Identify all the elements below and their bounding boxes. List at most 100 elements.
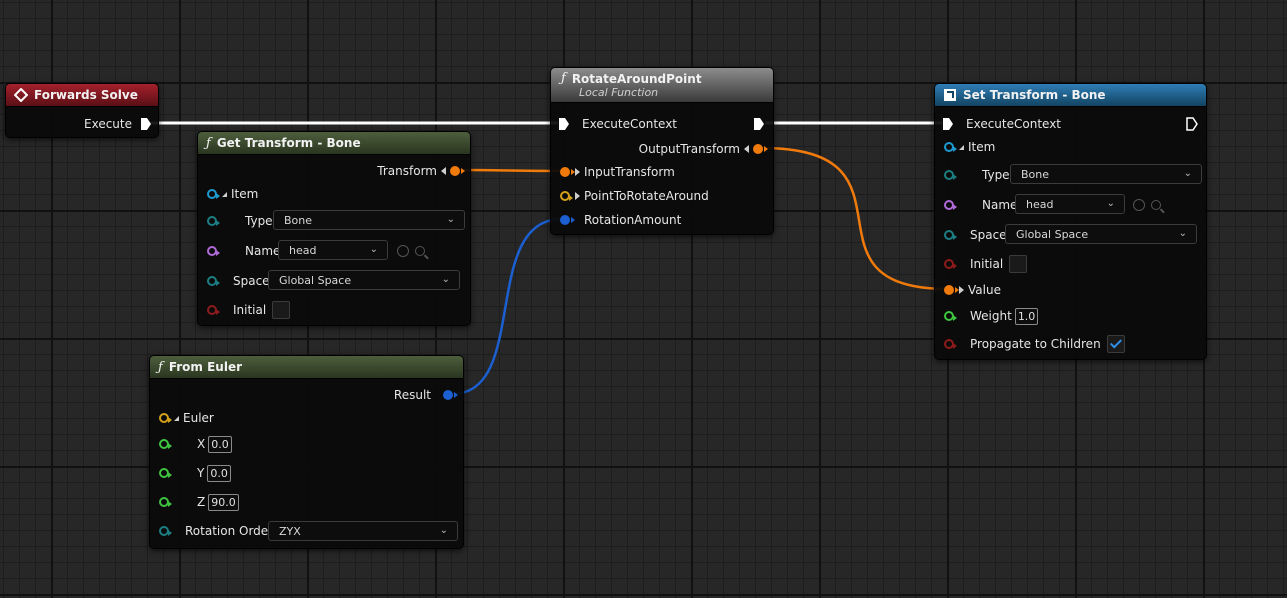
space-combo[interactable]: Global Space ⌄ — [268, 270, 460, 290]
exec-pin-icon[interactable] — [140, 117, 152, 131]
result-label: Result — [393, 388, 431, 402]
set-space-value: Global Space — [1016, 227, 1089, 241]
x-value-input[interactable]: 0.0 — [208, 435, 232, 453]
search-icon[interactable] — [1151, 200, 1161, 210]
y-pin[interactable] — [159, 468, 172, 478]
execute-label: Execute — [84, 117, 132, 131]
set-type-pin[interactable] — [944, 170, 957, 180]
chevron-down-icon: ⌄ — [1106, 198, 1115, 209]
forwards-solve-header[interactable]: Forwards Solve — [6, 84, 158, 107]
name-value: head — [289, 243, 317, 257]
chevron-down-icon: ⌄ — [441, 274, 450, 285]
weight-label: Weight — [970, 309, 1012, 323]
y-value-input[interactable]: 0.0 — [207, 464, 231, 482]
exec-pin-icon[interactable] — [558, 117, 570, 131]
name-combo[interactable]: head ⌄ — [278, 240, 388, 260]
point-pin[interactable] — [560, 191, 573, 201]
set-bone-icon — [944, 89, 956, 101]
set-transform-header[interactable]: Set Transform - Bone — [935, 84, 1206, 107]
rotate-exec-label: ExecuteContext — [582, 117, 677, 131]
rotation-amount-pin[interactable] — [560, 215, 575, 225]
rotate-around-point-node[interactable]: ƒ RotateAroundPoint Local Function Execu… — [550, 67, 774, 235]
set-type-combo[interactable]: Bone ⌄ — [1010, 164, 1202, 184]
get-transform-node[interactable]: ƒ Get Transform - Bone Transform Item Ty… — [197, 131, 471, 326]
set-transform-node[interactable]: Set Transform - Bone ExecuteContext Item… — [934, 83, 1207, 360]
search-icon[interactable] — [415, 246, 425, 256]
initial-pin[interactable] — [207, 305, 220, 315]
set-transform-title: Set Transform - Bone — [963, 88, 1106, 102]
chevron-down-icon: ⌄ — [1178, 228, 1187, 239]
expand-down-icon[interactable] — [174, 415, 179, 421]
set-item-pin[interactable] — [944, 142, 957, 152]
rotation-order-pin[interactable] — [159, 526, 172, 536]
get-transform-title: Get Transform - Bone — [216, 136, 361, 150]
propagate-pin[interactable] — [944, 339, 957, 349]
value-label: Value — [968, 283, 1001, 297]
weight-pin[interactable] — [944, 311, 957, 321]
expand-right-icon[interactable] — [575, 192, 580, 200]
type-label: Type — [245, 214, 273, 228]
item-pin[interactable] — [207, 189, 220, 199]
exec-pin-icon[interactable] — [753, 117, 765, 131]
rotation-order-value: ZYX — [279, 524, 301, 538]
rotation-order-combo[interactable]: ZYX ⌄ — [268, 521, 458, 541]
set-initial-checkbox[interactable] — [1009, 255, 1028, 273]
set-space-pin[interactable] — [944, 230, 957, 240]
exec-pin-icon[interactable] — [942, 117, 954, 131]
set-type-label: Type — [982, 168, 1010, 182]
expand-right-icon[interactable] — [575, 168, 580, 176]
function-icon: ƒ — [561, 71, 566, 86]
collapse-left-icon — [441, 167, 446, 175]
from-euler-node[interactable]: ƒ From Euler Result Euler X 0.0 Y 0.0 Z … — [149, 355, 464, 549]
item-label: Item — [231, 187, 259, 201]
space-value: Global Space — [279, 273, 352, 287]
set-name-combo[interactable]: head ⌄ — [1015, 194, 1125, 214]
diamond-icon — [14, 88, 28, 102]
input-transform-label: InputTransform — [584, 165, 675, 179]
set-name-pin[interactable] — [944, 200, 957, 210]
forwards-solve-node[interactable]: Forwards Solve Execute — [5, 83, 159, 138]
from-euler-title: From Euler — [168, 360, 242, 374]
initial-checkbox[interactable] — [272, 301, 291, 319]
set-space-combo[interactable]: Global Space ⌄ — [1005, 224, 1197, 244]
euler-label: Euler — [183, 411, 214, 425]
expand-down-icon[interactable] — [959, 144, 964, 150]
set-item-label: Item — [968, 140, 996, 154]
result-pin[interactable] — [443, 390, 458, 400]
space-label: Space — [233, 274, 270, 288]
input-transform-pin[interactable] — [560, 167, 575, 177]
weight-input[interactable]: 1.0 — [1014, 307, 1039, 325]
transform-output-pin[interactable] — [450, 166, 465, 176]
euler-pin[interactable] — [159, 413, 172, 423]
forwards-solve-title: Forwards Solve — [34, 88, 138, 102]
x-label: X — [197, 437, 206, 451]
z-pin[interactable] — [159, 497, 172, 507]
type-combo[interactable]: Bone ⌄ — [273, 210, 465, 230]
expand-right-icon[interactable] — [959, 286, 964, 294]
from-euler-header[interactable]: ƒ From Euler — [150, 356, 463, 379]
get-transform-header[interactable]: ƒ Get Transform - Bone — [198, 132, 470, 155]
function-icon: ƒ — [158, 359, 163, 375]
value-pin[interactable] — [944, 285, 959, 295]
type-pin[interactable] — [207, 216, 220, 226]
set-initial-pin[interactable] — [944, 259, 957, 269]
expand-down-icon[interactable] — [222, 191, 227, 197]
y-label: Y — [197, 466, 205, 480]
z-value-input[interactable]: 90.0 — [208, 493, 239, 511]
chevron-down-icon: ⌄ — [439, 525, 448, 536]
reset-icon[interactable] — [1133, 199, 1145, 211]
rotate-title: RotateAroundPoint — [571, 71, 702, 86]
exec-out-pin-icon[interactable] — [1186, 117, 1198, 131]
name-pin[interactable] — [207, 246, 220, 256]
propagate-checkbox[interactable] — [1106, 335, 1125, 353]
reset-icon[interactable] — [397, 245, 409, 257]
space-pin[interactable] — [207, 276, 220, 286]
initial-label: Initial — [233, 303, 267, 317]
rotate-header[interactable]: ƒ RotateAroundPoint Local Function — [551, 68, 773, 103]
transform-wire-1 — [457, 168, 565, 173]
x-pin[interactable] — [159, 439, 172, 449]
function-icon: ƒ — [206, 135, 211, 151]
z-label: Z — [197, 495, 206, 509]
transform-wire-2 — [761, 146, 949, 291]
output-transform-pin[interactable] — [753, 144, 768, 154]
